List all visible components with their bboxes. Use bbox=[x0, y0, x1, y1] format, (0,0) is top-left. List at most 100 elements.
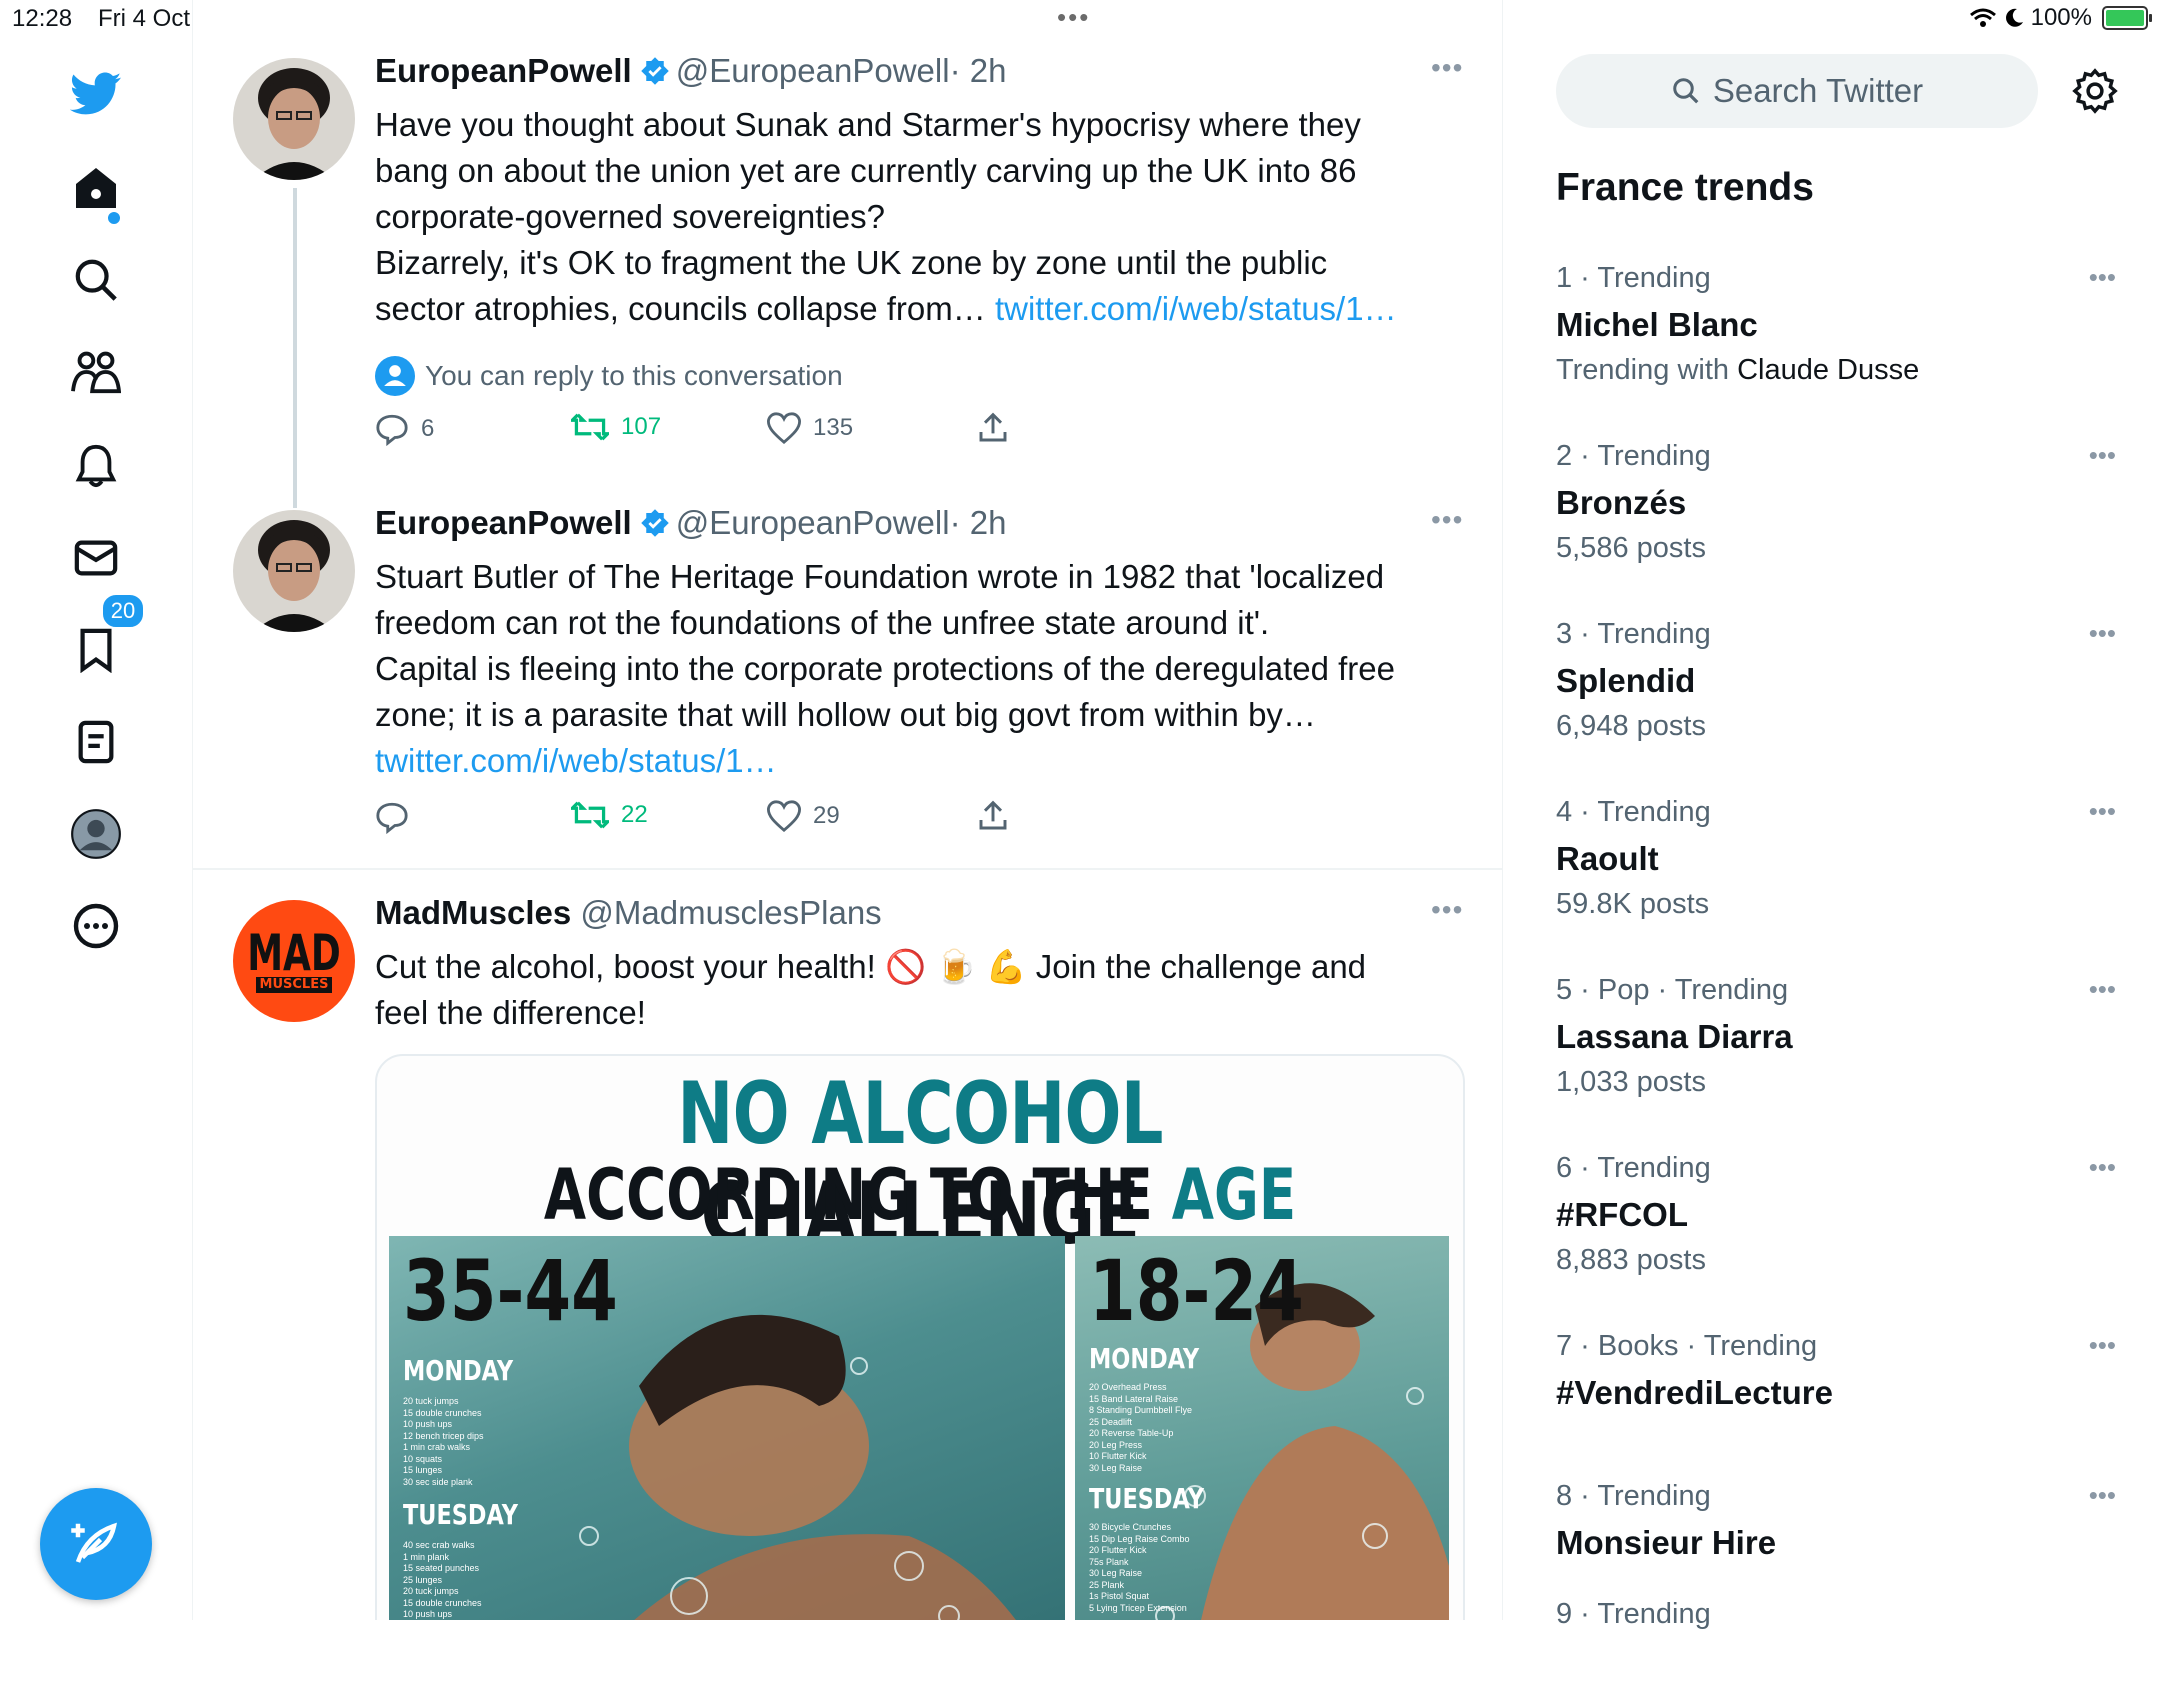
tweet-text-para1: Have you thought about Sunak and Starmer… bbox=[375, 106, 1361, 235]
trend-name bbox=[1556, 1638, 2116, 1684]
trend-item[interactable]: 2 · Trending Bronzés 5,586 posts ••• bbox=[1556, 440, 2116, 570]
more-icon[interactable] bbox=[70, 900, 122, 952]
trend-meta: 3 · Trending bbox=[1556, 618, 1711, 650]
retweet-button[interactable]: 22 bbox=[571, 800, 648, 830]
tweet-divider bbox=[193, 868, 1502, 870]
tweet-link[interactable]: twitter.com/i/web/status/1… bbox=[375, 738, 1415, 784]
search-icon bbox=[1673, 78, 1699, 104]
lists-icon[interactable] bbox=[70, 716, 122, 768]
tweet-header: MadMuscles @MadmusclesPlans bbox=[375, 894, 882, 932]
ad-image-card[interactable]: NO ALCOHOL CHALLENGE ACCORDING TO THE AG… bbox=[375, 1054, 1465, 1620]
wifi-icon bbox=[1969, 8, 1996, 27]
trend-item[interactable]: 8 · Trending Monsieur Hire ••• bbox=[1556, 1480, 2116, 1566]
communities-icon[interactable] bbox=[70, 346, 122, 398]
bookmarks-icon[interactable] bbox=[70, 624, 122, 676]
trend-more-button[interactable]: ••• bbox=[2089, 1480, 2116, 1511]
trend-name: #RFCOL bbox=[1556, 1196, 1688, 1233]
exercise-item: 30 Bicycle Crunches bbox=[1089, 1522, 1172, 1532]
retweet-button[interactable]: 107 bbox=[571, 412, 661, 442]
author-name[interactable]: EuropeanPowell bbox=[375, 504, 632, 541]
home-icon[interactable] bbox=[70, 162, 122, 214]
avatar[interactable] bbox=[233, 510, 355, 632]
exercise-item: 25 lunges bbox=[403, 1574, 443, 1585]
trend-item[interactable]: 7 · Books · Trending #VendrediLecture ••• bbox=[1556, 1330, 2116, 1416]
exercise-item: 25 Deadlift bbox=[1089, 1416, 1133, 1427]
exercise-item: 15 Band Lateral Raise bbox=[1089, 1393, 1179, 1404]
trend-item[interactable]: 1 · Trending Michel Blanc Trending with Cl… bbox=[1556, 262, 2116, 392]
exercise-item: 30 Leg Raise bbox=[1089, 1568, 1143, 1578]
side-nav: 20 bbox=[0, 38, 192, 1620]
reply-button[interactable] bbox=[375, 800, 421, 834]
status-date: Fri 4 Oct bbox=[98, 5, 191, 32]
trend-sub: 59.8K posts bbox=[1556, 888, 1710, 920]
trend-more-button[interactable]: ••• bbox=[2089, 1152, 2116, 1183]
tweet-time[interactable]: · 2h bbox=[950, 52, 1007, 89]
share-button[interactable] bbox=[977, 800, 1009, 832]
tweet-actions: 22 29 bbox=[375, 800, 1075, 840]
trend-meta: 4 · Trending bbox=[1556, 796, 1711, 828]
avatar[interactable] bbox=[233, 58, 355, 180]
tweet-time[interactable]: · 2h bbox=[950, 504, 1007, 541]
panel-day: TUESDAY bbox=[403, 1498, 518, 1531]
exercise-item: 15 seated punches bbox=[403, 1563, 480, 1573]
author-handle[interactable]: @EuropeanPowell bbox=[676, 52, 950, 89]
panel-day: MONDAY bbox=[403, 1354, 514, 1387]
exercise-item: 1 min plank bbox=[403, 1551, 450, 1562]
settings-button[interactable] bbox=[2072, 68, 2118, 119]
trend-more-button[interactable]: ••• bbox=[2089, 440, 2116, 471]
exercise-item: 15 lunges bbox=[403, 1465, 443, 1475]
avatar[interactable]: MAD MUSCLES bbox=[233, 900, 355, 1022]
person-icon bbox=[375, 356, 415, 396]
author-name[interactable]: EuropeanPowell bbox=[375, 52, 632, 89]
exercise-item: 75s Plank bbox=[1089, 1556, 1129, 1567]
trend-more-button[interactable]: ••• bbox=[2089, 796, 2116, 827]
trend-sub: Trending with Claude Dusse bbox=[1556, 354, 1920, 386]
exercise-item: 25 Plank bbox=[1089, 1579, 1125, 1590]
like-button[interactable]: 29 bbox=[767, 800, 840, 832]
tweet-link[interactable]: twitter.com/i/web/status/1… bbox=[995, 290, 1397, 327]
age-panel-18-24: 18-24 MONDAY 20 Overhead Press 15 Band La… bbox=[1075, 1236, 1449, 1620]
tweet-more-button[interactable]: ••• bbox=[1431, 504, 1463, 536]
reply-icon bbox=[376, 802, 408, 834]
battery-percent: 100% bbox=[2030, 4, 2092, 31]
compose-tweet-button[interactable] bbox=[40, 1488, 152, 1600]
tweet-emojis: 🚫 🍺 💪 bbox=[885, 948, 1027, 985]
trend-item[interactable]: 5 · Pop · Trending Lassana Diarra 1,033 po… bbox=[1556, 974, 2116, 1104]
messages-icon[interactable] bbox=[70, 532, 122, 584]
explore-icon[interactable] bbox=[70, 254, 122, 306]
trend-item[interactable]: 9 · Trending bbox=[1556, 1598, 2116, 1684]
tweet-actions: 6 107 135 bbox=[375, 412, 1075, 452]
trend-item[interactable]: 6 · Trending #RFCOL 8,883 posts ••• bbox=[1556, 1152, 2116, 1282]
notifications-icon[interactable] bbox=[70, 440, 122, 492]
author-name[interactable]: MadMuscles bbox=[375, 894, 571, 931]
exercise-item: 20 tuck jumps bbox=[403, 1586, 459, 1596]
author-handle[interactable]: @MadmusclesPlans bbox=[580, 894, 881, 931]
tweet-more-button[interactable]: ••• bbox=[1431, 52, 1463, 84]
status-bar: 12:28 Fri 4 Oct ••• 100% bbox=[0, 0, 2160, 38]
reply-button[interactable]: 6 bbox=[375, 412, 434, 446]
tweet-text: Cut the alcohol, boost your health! 🚫 🍺 … bbox=[375, 948, 1367, 1031]
tweet-text-para1: Stuart Butler of The Heritage Foundation… bbox=[375, 558, 1385, 641]
search-input[interactable]: Search Twitter bbox=[1556, 54, 2038, 128]
exercise-item: 20 tuck jumps bbox=[403, 1396, 459, 1406]
like-button[interactable]: 135 bbox=[767, 412, 853, 444]
status-indicators: 100% bbox=[1969, 4, 2152, 32]
trend-item[interactable]: 4 · Trending Raoult 59.8K posts ••• bbox=[1556, 796, 2116, 926]
twitter-logo-icon[interactable] bbox=[70, 68, 122, 120]
trend-more-button[interactable]: ••• bbox=[2089, 974, 2116, 1005]
panel-day: MONDAY bbox=[1089, 1342, 1200, 1375]
multitasking-dots[interactable]: ••• bbox=[1057, 2, 1090, 33]
tweet-header: EuropeanPowell @EuropeanPowell· 2h bbox=[375, 504, 1006, 542]
tweet-more-button[interactable]: ••• bbox=[1431, 894, 1463, 926]
retweet-icon bbox=[571, 413, 609, 441]
panel-exercise-list: 30 Bicycle Crunches 15 Dip Leg Raise Comb… bbox=[1089, 1522, 1190, 1614]
author-handle[interactable]: @EuropeanPowell bbox=[676, 504, 950, 541]
search-placeholder: Search Twitter bbox=[1712, 72, 1924, 109]
profile-icon[interactable] bbox=[70, 808, 122, 860]
trend-more-button[interactable]: ••• bbox=[2089, 262, 2116, 293]
trend-name: Raoult bbox=[1556, 840, 1659, 877]
share-button[interactable] bbox=[977, 412, 1009, 444]
trend-more-button[interactable]: ••• bbox=[2089, 618, 2116, 649]
trend-item[interactable]: 3 · Trending Splendid 6,948 posts ••• bbox=[1556, 618, 2116, 748]
trend-more-button[interactable]: ••• bbox=[2089, 1330, 2116, 1361]
